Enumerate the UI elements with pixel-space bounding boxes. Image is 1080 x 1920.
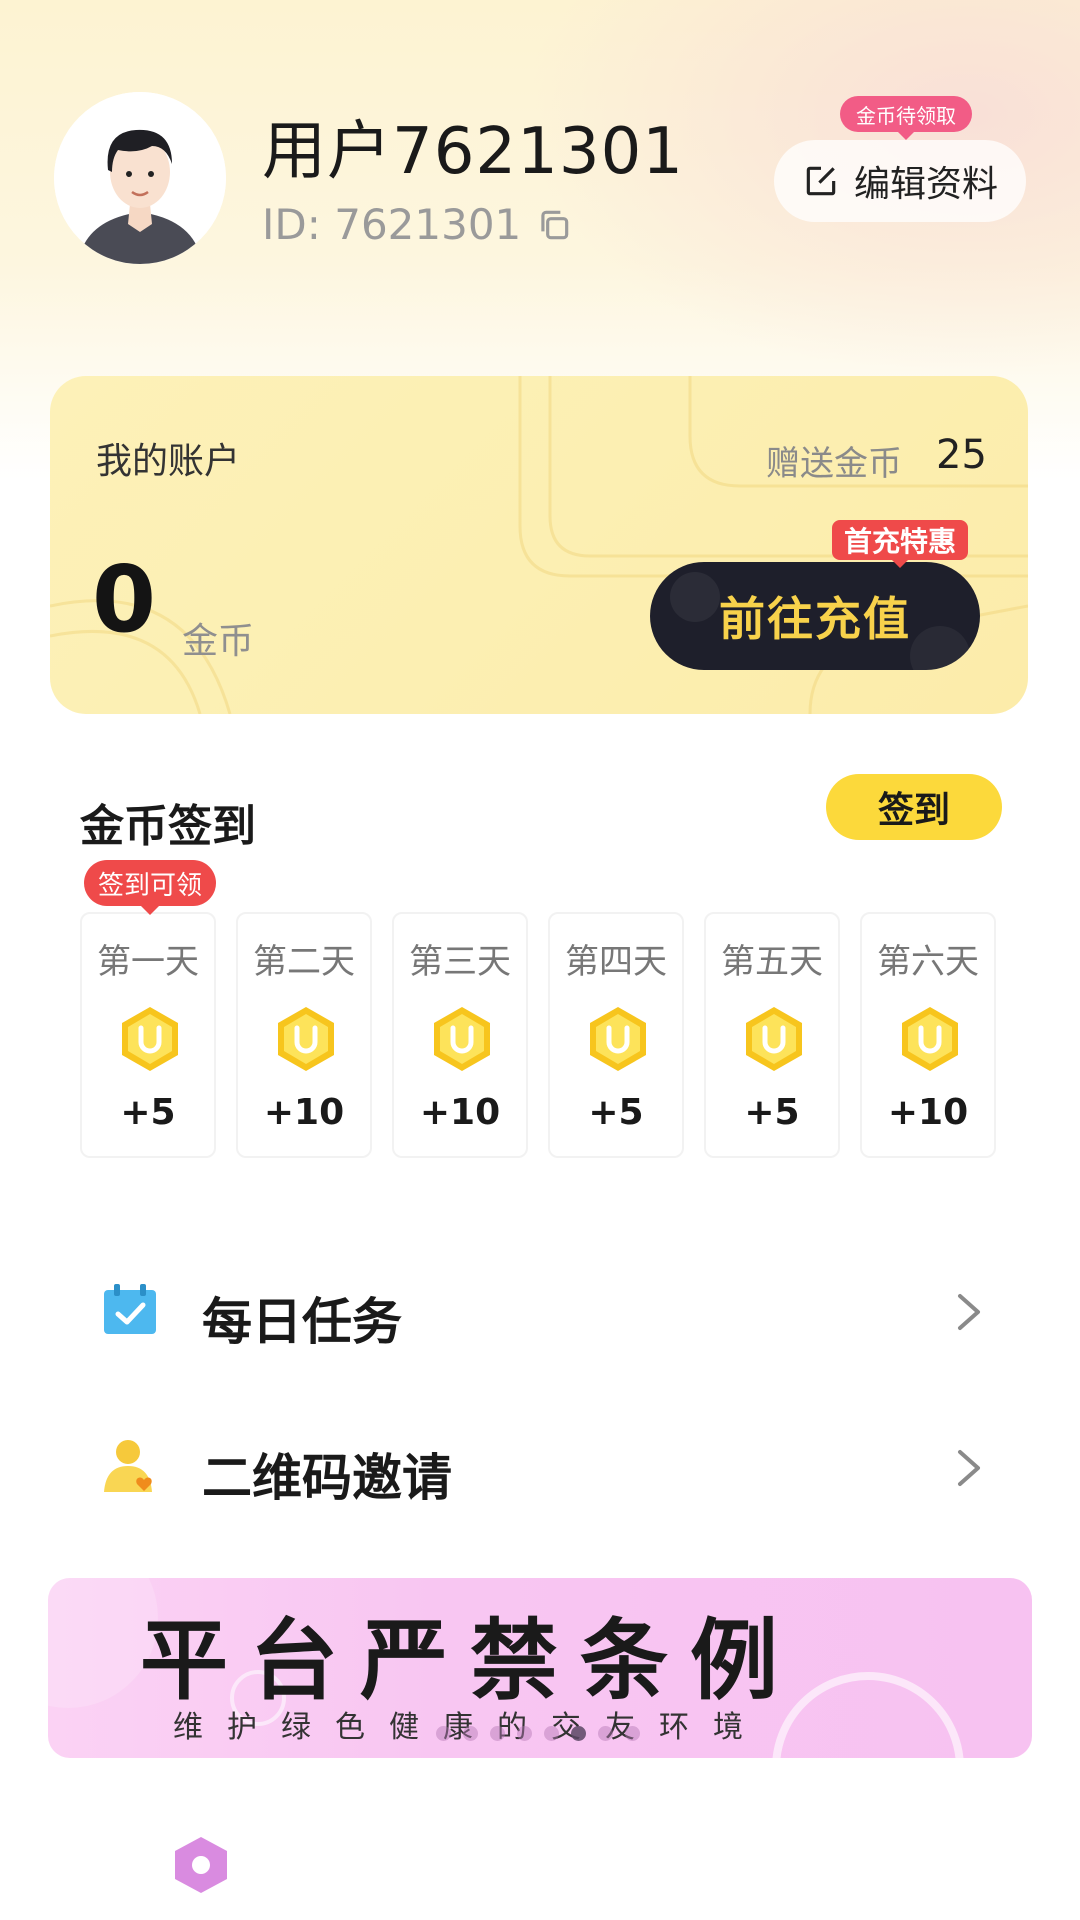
user-id: ID: 7621301: [262, 200, 573, 249]
day-reward: +10: [419, 1092, 501, 1133]
menu-label: 每日任务: [202, 1293, 402, 1351]
account-title: 我的账户: [96, 441, 241, 482]
pagination-dot[interactable]: [463, 1726, 478, 1741]
banner-title: 平台严禁条例: [139, 1609, 800, 1712]
coin-balance-unit: 金币: [182, 621, 255, 662]
pagination-dot-active[interactable]: [571, 1726, 586, 1741]
signin-title: 金币签到: [80, 801, 256, 852]
pagination-dot[interactable]: [625, 1726, 640, 1741]
signin-day-card[interactable]: 第四天 +5: [548, 912, 684, 1158]
settings-hex-icon[interactable]: [170, 1834, 232, 1896]
pagination-dot[interactable]: [436, 1726, 451, 1741]
signin-day-card[interactable]: 第三天 +10: [392, 912, 528, 1158]
avatar-image: [54, 92, 226, 264]
coin-pending-badge: 金币待领取: [840, 96, 972, 140]
coin-icon: [739, 1004, 809, 1074]
banner-pagination: [436, 1726, 640, 1741]
menu-label: 二维码邀请: [202, 1449, 452, 1507]
signin-button[interactable]: 签到: [826, 774, 1002, 840]
day-label: 第四天: [565, 942, 667, 982]
day-label: 第六天: [877, 942, 979, 982]
pagination-dot[interactable]: [490, 1726, 505, 1741]
signin-day-card[interactable]: 第六天 +10: [860, 912, 996, 1158]
signin-day-card[interactable]: 第一天 +5: [80, 912, 216, 1158]
edit-profile-button[interactable]: 编辑资料: [774, 140, 1026, 222]
menu-item-qr-invite[interactable]: 二维码邀请: [0, 1414, 1080, 1524]
coin-icon: [271, 1004, 341, 1074]
calendar-check-icon: [100, 1280, 160, 1340]
day-reward: +5: [588, 1092, 644, 1133]
day-label: 第一天: [97, 942, 199, 982]
coin-icon: [583, 1004, 653, 1074]
day-reward: +5: [744, 1092, 800, 1133]
user-heart-icon: [100, 1436, 160, 1496]
recharge-button[interactable]: 前往充值: [650, 562, 980, 670]
signin-day-card[interactable]: 第二天 +10: [236, 912, 372, 1158]
day-reward: +10: [887, 1092, 969, 1133]
menu-item-daily-tasks[interactable]: 每日任务: [0, 1258, 1080, 1368]
username: 用户7621301: [262, 115, 685, 189]
coin-icon: [895, 1004, 965, 1074]
day-label: 第五天: [721, 942, 823, 982]
coin-icon: [427, 1004, 497, 1074]
day-label: 第二天: [253, 942, 355, 982]
signin-day-card[interactable]: 第五天 +5: [704, 912, 840, 1158]
recharge-label: 前往充值: [719, 592, 911, 646]
edit-profile-label: 编辑资料: [853, 164, 998, 205]
signin-button-label: 签到: [877, 790, 950, 831]
coin-balance: 0: [92, 546, 157, 653]
pagination-dot[interactable]: [598, 1726, 613, 1741]
claim-badge: 签到可领: [84, 860, 217, 915]
user-id-text: ID: 7621301: [262, 200, 522, 249]
first-recharge-badge: 首充特惠: [832, 520, 969, 568]
pagination-dot[interactable]: [544, 1726, 559, 1741]
day-reward: +5: [120, 1092, 176, 1133]
day-reward: +10: [263, 1092, 345, 1133]
pagination-dot[interactable]: [517, 1726, 532, 1741]
day-label: 第三天: [409, 942, 511, 982]
copy-icon[interactable]: [535, 206, 573, 244]
chevron-right-icon: [952, 1290, 986, 1334]
gift-coins-label: 赠送金币: [766, 444, 902, 484]
edit-icon: [806, 166, 836, 196]
gift-coins-value: 25: [936, 432, 987, 478]
chevron-right-icon: [952, 1446, 986, 1490]
signin-days: 第一天 +5 第二天 +10 第三天 +10 第四天 +5 第五天 +5 第六天…: [80, 912, 1000, 1160]
avatar[interactable]: [54, 92, 226, 264]
coin-icon: [115, 1004, 185, 1074]
